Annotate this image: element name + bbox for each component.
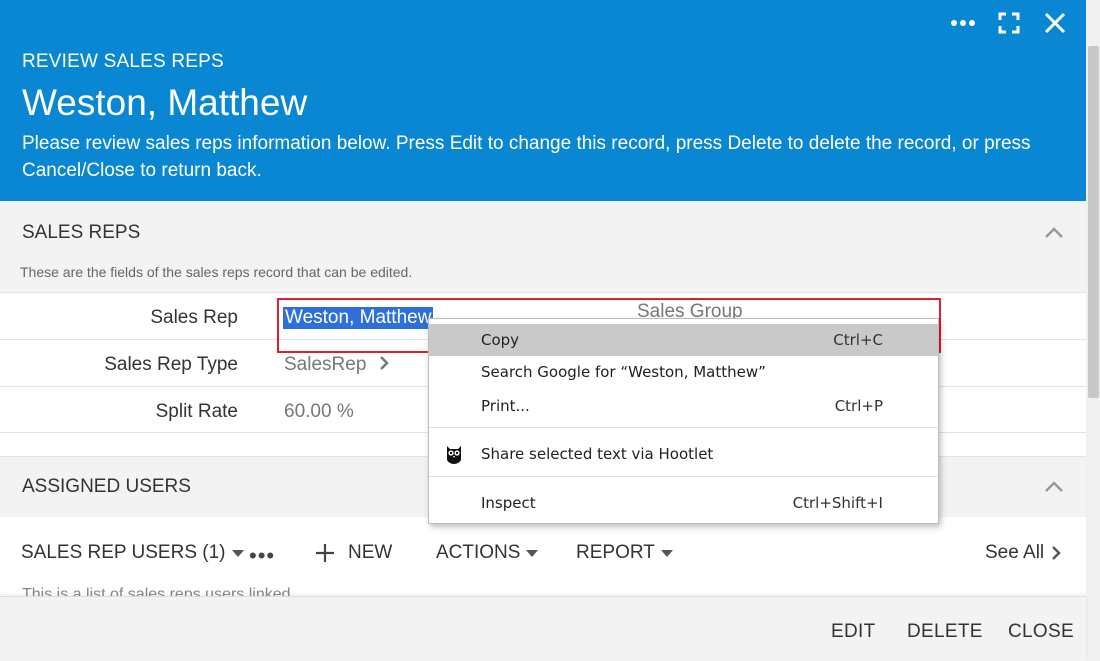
owl-icon <box>447 446 461 464</box>
context-menu-item-hootlet[interactable]: Share selected text via Hootlet <box>429 438 938 470</box>
context-menu-label: Inspect <box>481 494 536 512</box>
context-menu-shortcut: Ctrl+C <box>833 331 883 349</box>
field-label-sales-rep: Sales Rep <box>150 307 238 328</box>
delete-button[interactable]: DELETE <box>907 621 983 643</box>
more-icon[interactable] <box>950 10 976 36</box>
see-all-link[interactable]: See All <box>985 542 1062 564</box>
field-value-split-rate[interactable]: 60.00 % <box>284 401 354 423</box>
context-menu-shortcut: Ctrl+P <box>834 397 883 415</box>
assigned-users-toolbar: SALES REP USERS (1) ••• NEW ACTIONS REPO… <box>0 517 1086 589</box>
fullscreen-icon[interactable] <box>996 10 1022 36</box>
context-menu-divider <box>429 476 938 477</box>
field-label-split-rate: Split Rate <box>155 401 238 422</box>
field-label-sales-rep-type: Sales Rep Type <box>104 354 238 375</box>
caret-down-icon <box>526 549 539 557</box>
context-menu-label: Share selected text via Hootlet <box>481 445 714 463</box>
assigned-users-description: This is a list of sales reps users linke… <box>22 586 291 596</box>
see-all-label: See All <box>985 542 1045 563</box>
page-description: Please review sales reps information bel… <box>22 133 1031 181</box>
report-label: REPORT <box>576 542 655 563</box>
context-menu-item-search-google[interactable]: Search Google for “Weston, Matthew” <box>429 356 938 388</box>
context-menu-item-inspect[interactable]: Inspect Ctrl+Shift+I <box>429 487 938 519</box>
page-title: Weston, Matthew <box>22 82 308 123</box>
sales-rep-users-label: SALES REP USERS (1) <box>21 542 226 563</box>
sales-rep-users-dropdown[interactable]: SALES REP USERS (1) <box>21 542 244 564</box>
context-menu-item-print[interactable]: Print... Ctrl+P <box>429 390 938 422</box>
report-dropdown[interactable]: REPORT <box>576 542 673 564</box>
close-button[interactable]: CLOSE <box>1008 621 1074 643</box>
new-button[interactable]: NEW <box>314 542 392 564</box>
context-menu-divider <box>429 427 938 428</box>
new-label: NEW <box>348 542 393 563</box>
dialog-header: REVIEW SALES REPS Weston, Matthew Please… <box>0 0 1086 201</box>
dialog-footer: EDIT DELETE CLOSE <box>0 596 1086 661</box>
sales-rep-type-value: SalesRep <box>284 354 367 375</box>
collapse-sales-reps-icon[interactable] <box>1044 227 1064 239</box>
chevron-right-icon <box>379 356 389 370</box>
context-menu-label: Copy <box>481 331 520 349</box>
sales-reps-section-subtitle: These are the fields of the sales reps r… <box>20 264 413 280</box>
page-eyebrow: REVIEW SALES REPS <box>22 51 224 72</box>
field-value-sales-rep-type[interactable]: SalesRep <box>284 354 390 376</box>
chevron-right-icon <box>1052 546 1061 560</box>
scrollbar-thumb[interactable] <box>1088 46 1099 398</box>
plus-icon <box>316 544 334 562</box>
close-icon[interactable] <box>1042 10 1068 36</box>
actions-label: ACTIONS <box>436 542 521 563</box>
collapse-assigned-users-icon[interactable] <box>1044 481 1064 493</box>
context-menu-item-copy[interactable]: Copy Ctrl+C <box>429 324 938 356</box>
sales-reps-section-title: SALES REPS <box>22 222 141 243</box>
caret-down-icon <box>660 549 673 557</box>
caret-down-icon <box>231 549 244 557</box>
edit-button[interactable]: EDIT <box>831 621 875 643</box>
context-menu-label: Search Google for “Weston, Matthew” <box>481 363 766 381</box>
context-menu: Copy Ctrl+C Search Google for “Weston, M… <box>428 318 939 524</box>
header-icons <box>950 10 1068 36</box>
context-menu-shortcut: Ctrl+Shift+I <box>792 494 883 512</box>
context-menu-label: Print... <box>481 397 530 415</box>
assigned-users-section-title: ASSIGNED USERS <box>22 476 191 497</box>
more-options-icon[interactable]: ••• <box>249 543 275 569</box>
actions-dropdown[interactable]: ACTIONS <box>436 542 539 564</box>
